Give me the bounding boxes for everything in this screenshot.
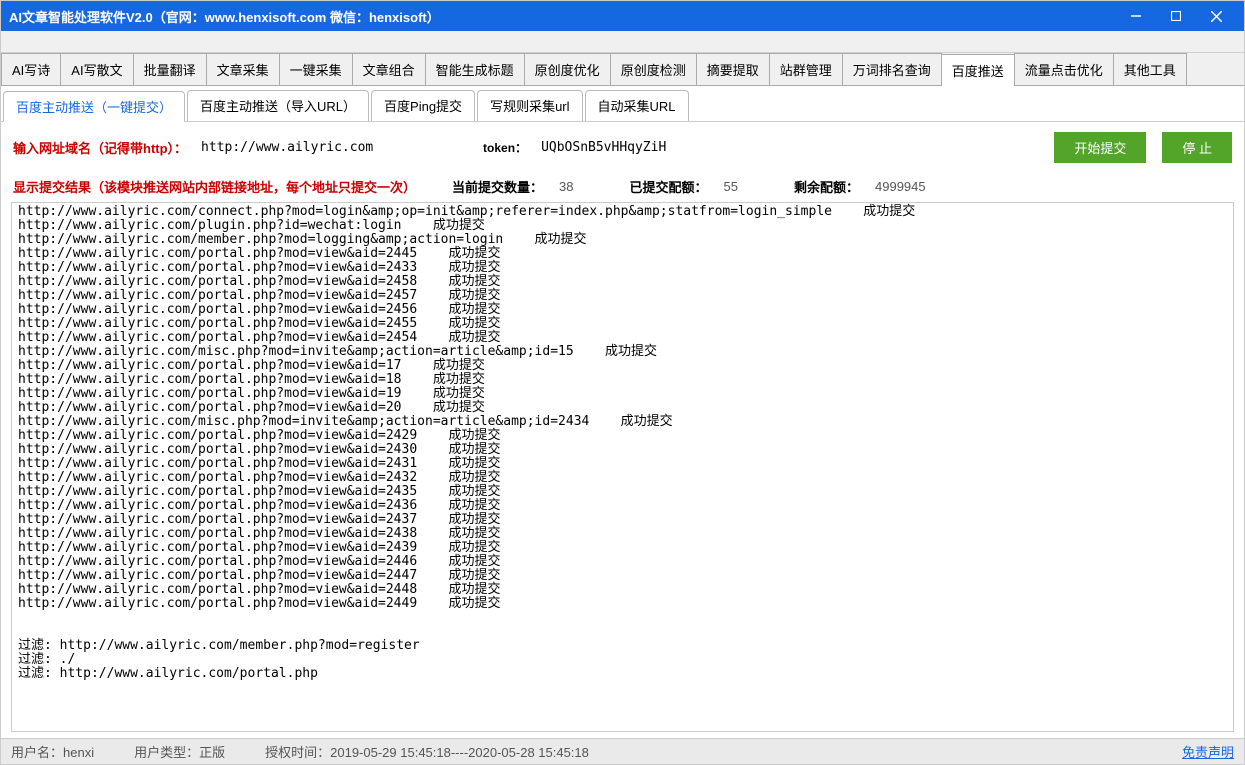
titlebar[interactable]: AI文章智能处理软件V2.0（官网：www.henxisoft.com 微信：h…: [1, 1, 1244, 31]
current-count-label: 当前提交数量：: [452, 177, 543, 196]
log-line: http://www.ailyric.com/portal.php?mod=vi…: [18, 401, 1227, 415]
log-line: 过滤: ./: [18, 653, 1227, 667]
log-line: [18, 625, 1227, 639]
log-line: http://www.ailyric.com/plugin.php?id=wec…: [18, 219, 1227, 233]
stop-button[interactable]: 停 止: [1162, 132, 1232, 163]
minimize-button[interactable]: [1116, 1, 1156, 31]
main-tab-7[interactable]: 原创度优化: [524, 53, 611, 85]
sb-username: 用户名：henxi: [11, 742, 94, 761]
main-tab-11[interactable]: 万词排名查询: [842, 53, 942, 85]
domain-input[interactable]: [195, 136, 435, 159]
log-line: http://www.ailyric.com/portal.php?mod=vi…: [18, 275, 1227, 289]
log-line: http://www.ailyric.com/portal.php?mod=vi…: [18, 555, 1227, 569]
sb-usertype: 用户类型：正版: [134, 742, 225, 761]
log-line: http://www.ailyric.com/portal.php?mod=vi…: [18, 583, 1227, 597]
log-output[interactable]: http://www.ailyric.com/connect.php?mod=l…: [11, 202, 1234, 732]
log-line: 过滤: http://www.ailyric.com/member.php?mo…: [18, 639, 1227, 653]
main-tab-8[interactable]: 原创度检测: [610, 53, 697, 85]
submitted-quota-label: 已提交配额：: [630, 177, 708, 196]
log-line: http://www.ailyric.com/portal.php?mod=vi…: [18, 331, 1227, 345]
main-tab-4[interactable]: 一键采集: [279, 53, 353, 85]
sub-tab-2[interactable]: 百度Ping提交: [371, 90, 475, 121]
log-line: 过滤: http://www.ailyric.com/portal.php: [18, 667, 1227, 681]
log-line: http://www.ailyric.com/portal.php?mod=vi…: [18, 303, 1227, 317]
log-line: http://www.ailyric.com/portal.php?mod=vi…: [18, 443, 1227, 457]
main-tab-10[interactable]: 站群管理: [769, 53, 843, 85]
log-line: http://www.ailyric.com/portal.php?mod=vi…: [18, 261, 1227, 275]
sub-tab-0[interactable]: 百度主动推送（一键提交）: [3, 91, 185, 122]
log-line: http://www.ailyric.com/portal.php?mod=vi…: [18, 247, 1227, 261]
statusbar: 用户名：henxi 用户类型：正版 授权时间：2019-05-29 15:45:…: [1, 738, 1244, 764]
log-line: http://www.ailyric.com/misc.php?mod=invi…: [18, 345, 1227, 359]
log-line: http://www.ailyric.com/portal.php?mod=vi…: [18, 373, 1227, 387]
main-tab-2[interactable]: 批量翻译: [133, 53, 207, 85]
log-line: http://www.ailyric.com/portal.php?mod=vi…: [18, 289, 1227, 303]
disclaimer-link[interactable]: 免责声明: [1182, 742, 1234, 761]
sub-tab-3[interactable]: 写规则采集url: [477, 90, 582, 121]
maximize-button[interactable]: [1156, 1, 1196, 31]
main-tab-3[interactable]: 文章采集: [206, 53, 280, 85]
remaining-quota-label: 剩余配额：: [794, 177, 859, 196]
app-title: AI文章智能处理软件V2.0（官网：www.henxisoft.com 微信：h…: [9, 7, 1116, 26]
log-line: http://www.ailyric.com/portal.php?mod=vi…: [18, 527, 1227, 541]
result-label: 显示提交结果（该模块推送网站内部链接地址，每个地址只提交一次）: [13, 177, 416, 196]
main-tab-9[interactable]: 摘要提取: [696, 53, 770, 85]
log-line: http://www.ailyric.com/portal.php?mod=vi…: [18, 457, 1227, 471]
sub-tab-4[interactable]: 自动采集URL: [585, 90, 689, 121]
log-line: http://www.ailyric.com/portal.php?mod=vi…: [18, 499, 1227, 513]
log-line: http://www.ailyric.com/member.php?mod=lo…: [18, 233, 1227, 247]
content-area: 输入网址域名（记得带http）： token： 开始提交 停 止 显示提交结果（…: [1, 122, 1244, 738]
log-line: [18, 611, 1227, 625]
log-line: http://www.ailyric.com/portal.php?mod=vi…: [18, 471, 1227, 485]
token-label: token：: [483, 139, 527, 156]
main-tab-12[interactable]: 百度推送: [941, 54, 1015, 86]
main-tabs: AI写诗AI写散文批量翻译文章采集一键采集文章组合智能生成标题原创度优化原创度检…: [1, 53, 1244, 86]
main-tab-0[interactable]: AI写诗: [1, 53, 61, 85]
current-count-value: 38: [559, 179, 573, 194]
token-input[interactable]: [535, 136, 735, 159]
log-line: http://www.ailyric.com/portal.php?mod=vi…: [18, 485, 1227, 499]
main-tab-6[interactable]: 智能生成标题: [425, 53, 525, 85]
sub-tab-1[interactable]: 百度主动推送（导入URL）: [187, 90, 369, 121]
log-line: http://www.ailyric.com/portal.php?mod=vi…: [18, 569, 1227, 583]
log-line: http://www.ailyric.com/portal.php?mod=vi…: [18, 317, 1227, 331]
log-line: http://www.ailyric.com/portal.php?mod=vi…: [18, 513, 1227, 527]
log-line: http://www.ailyric.com/portal.php?mod=vi…: [18, 359, 1227, 373]
log-line: http://www.ailyric.com/connect.php?mod=l…: [18, 205, 1227, 219]
main-tab-14[interactable]: 其他工具: [1113, 53, 1187, 85]
log-line: http://www.ailyric.com/portal.php?mod=vi…: [18, 429, 1227, 443]
remaining-quota-value: 4999945: [875, 179, 926, 194]
close-button[interactable]: [1196, 1, 1236, 31]
main-tab-13[interactable]: 流量点击优化: [1014, 53, 1114, 85]
log-line: http://www.ailyric.com/portal.php?mod=vi…: [18, 541, 1227, 555]
submitted-quota-value: 55: [724, 179, 738, 194]
domain-label: 输入网址域名（记得带http）：: [13, 138, 187, 157]
toolbar-spacer: [1, 31, 1244, 53]
status-row: 显示提交结果（该模块推送网站内部链接地址，每个地址只提交一次） 当前提交数量： …: [1, 173, 1244, 200]
start-submit-button[interactable]: 开始提交: [1054, 132, 1146, 163]
input-row: 输入网址域名（记得带http）： token： 开始提交 停 止: [1, 122, 1244, 173]
sb-authtime: 授权时间：2019-05-29 15:45:18----2020-05-28 1…: [265, 742, 589, 761]
sub-tabs: 百度主动推送（一键提交）百度主动推送（导入URL）百度Ping提交写规则采集ur…: [1, 86, 1244, 122]
log-line: http://www.ailyric.com/misc.php?mod=invi…: [18, 415, 1227, 429]
main-tab-5[interactable]: 文章组合: [352, 53, 426, 85]
window-controls: [1116, 1, 1236, 31]
main-tab-1[interactable]: AI写散文: [60, 53, 133, 85]
log-line: http://www.ailyric.com/portal.php?mod=vi…: [18, 597, 1227, 611]
app-window: AI文章智能处理软件V2.0（官网：www.henxisoft.com 微信：h…: [0, 0, 1245, 765]
log-line: http://www.ailyric.com/portal.php?mod=vi…: [18, 387, 1227, 401]
